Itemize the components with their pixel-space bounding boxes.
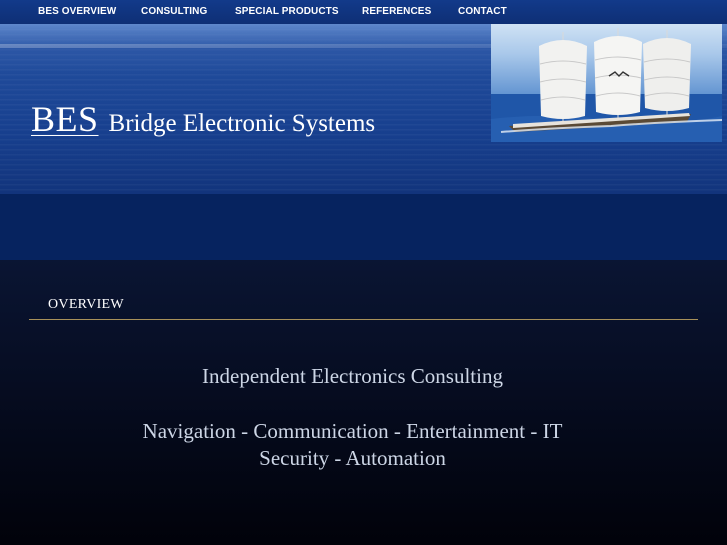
- tagline: Independent Electronics Consulting: [202, 364, 503, 388]
- nav-references[interactable]: REFERENCES: [362, 0, 431, 24]
- top-navigation: BES OVERVIEW CONSULTING SPECIAL PRODUCTS…: [0, 0, 727, 24]
- header-band: [0, 194, 727, 260]
- sailing-yacht-image: [491, 24, 722, 142]
- nav-bes-overview[interactable]: BES OVERVIEW: [38, 0, 116, 24]
- nav-consulting[interactable]: CONSULTING: [141, 0, 207, 24]
- company-name: Bridge Electronic Systems: [108, 110, 376, 137]
- section-title: OVERVIEW: [48, 297, 124, 312]
- services-line-2: Security - Automation: [259, 446, 446, 470]
- services-line-1: Navigation - Communication - Entertainme…: [142, 419, 563, 443]
- company-logo[interactable]: BES Bridge Electronic Systems: [31, 98, 375, 140]
- nav-special-products[interactable]: SPECIAL PRODUCTS: [235, 0, 339, 24]
- nav-contact[interactable]: CONTACT: [458, 0, 507, 24]
- section-divider: [29, 319, 698, 320]
- logo-abbreviation: BES: [31, 99, 99, 139]
- yacht-illustration: [491, 28, 722, 142]
- page: BES OVERVIEW CONSULTING SPECIAL PRODUCTS…: [0, 0, 727, 545]
